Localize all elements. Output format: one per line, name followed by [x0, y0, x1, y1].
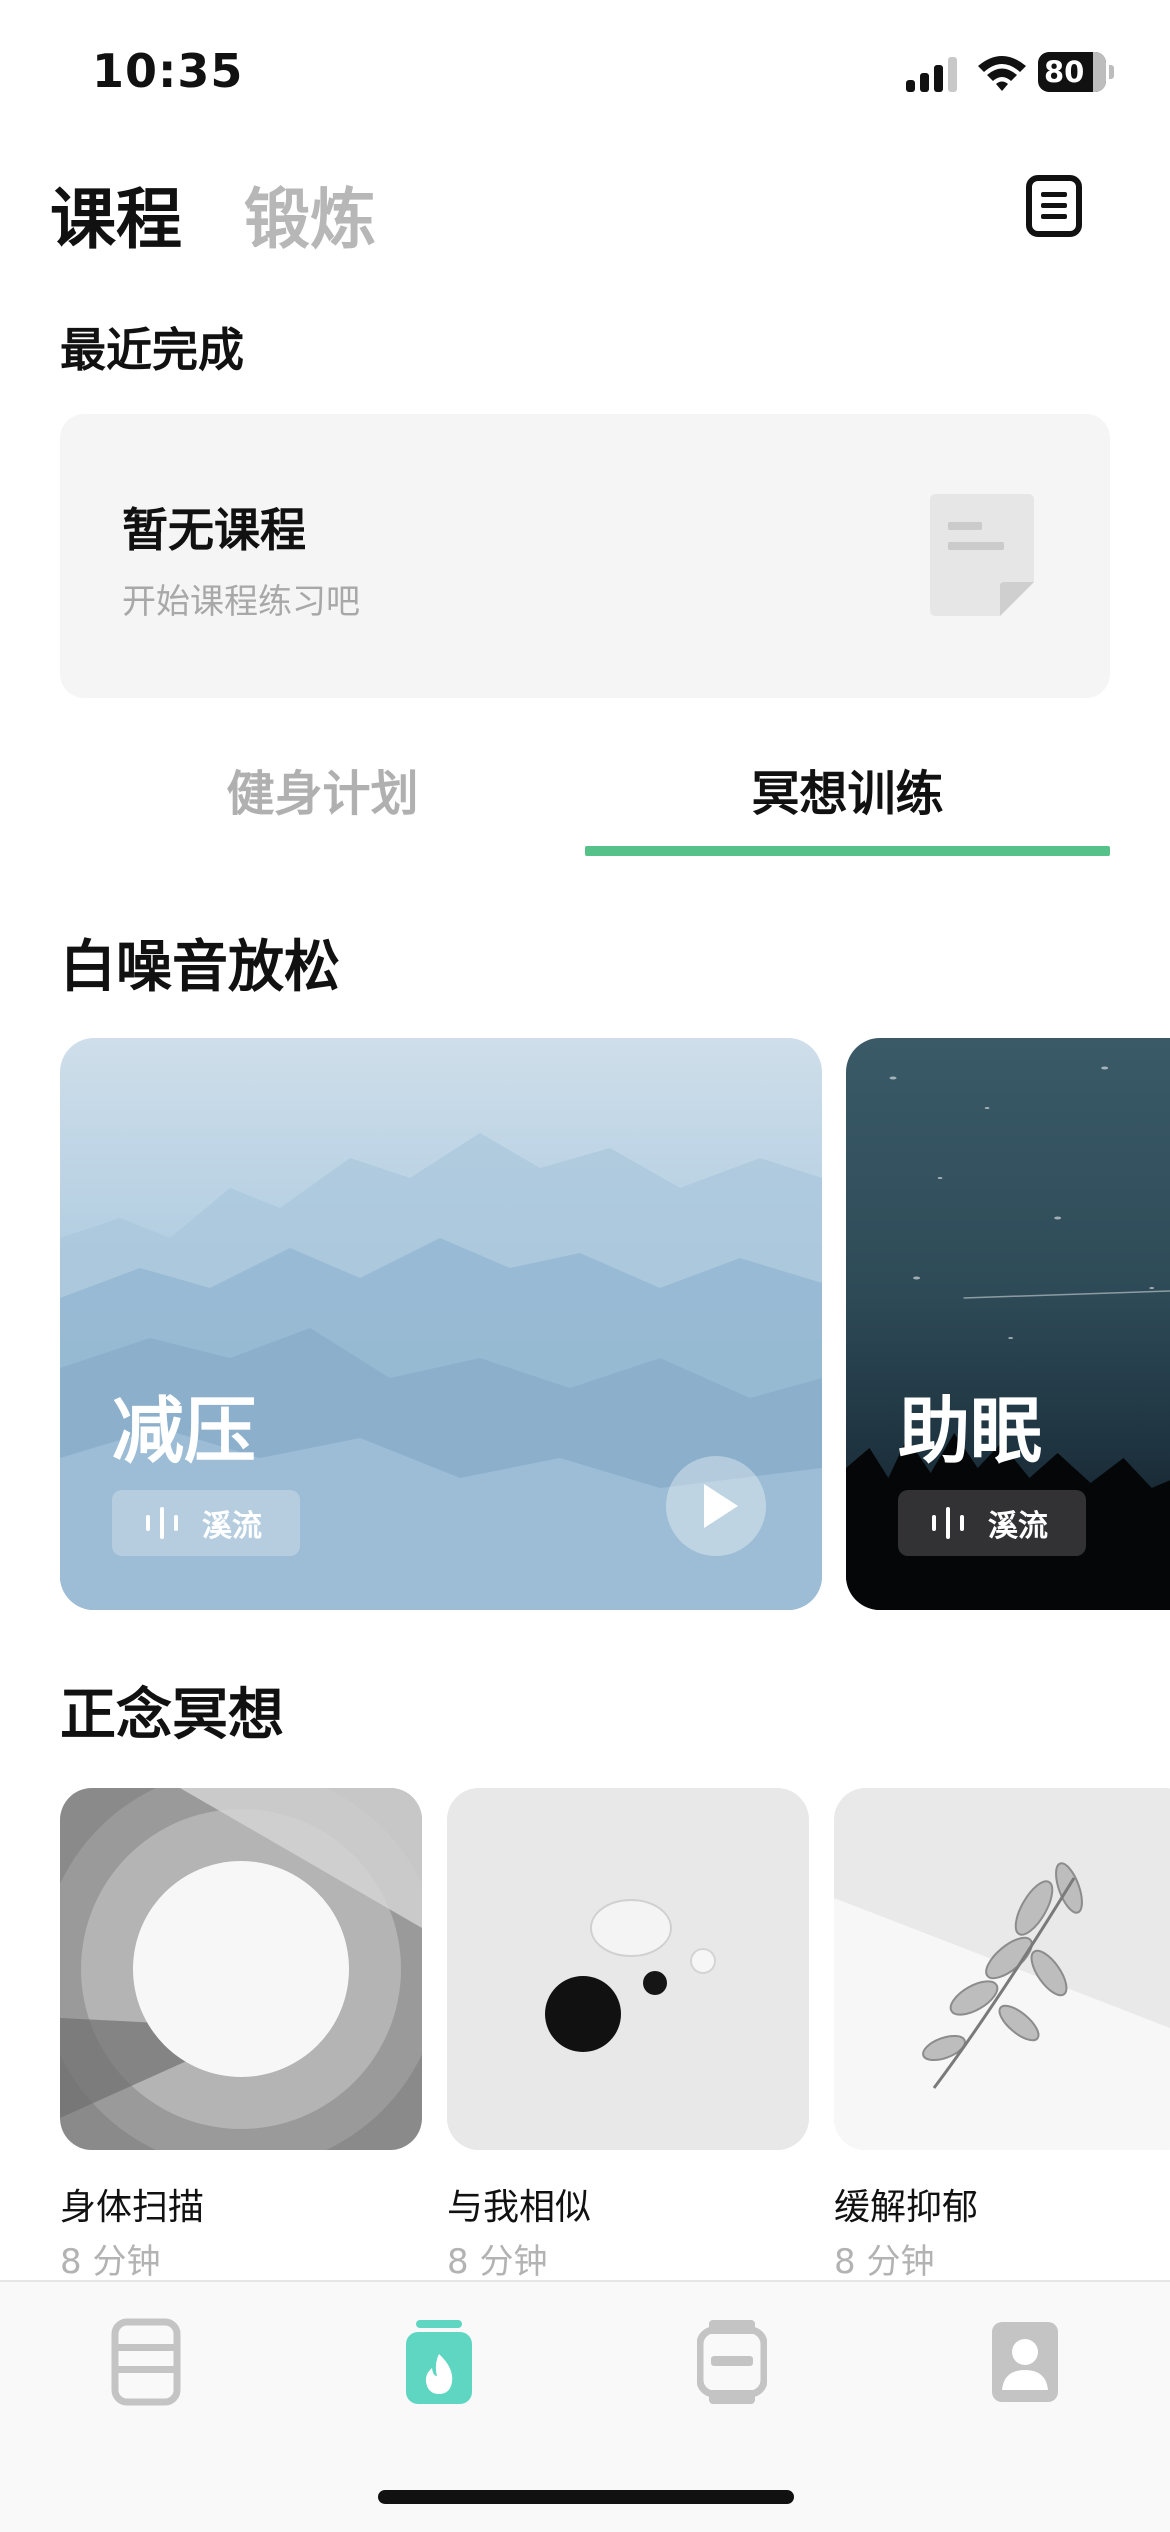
- app-screen: 10:35 80 课程 锻炼 最近完成 暂无课程 开始课程练习吧 健身计划 冥想…: [0, 0, 1170, 2532]
- mindfulness-item-duration: 8 分钟: [60, 2242, 161, 2282]
- mindfulness-item-name: 缓解抑郁: [834, 2187, 979, 2228]
- tab-meditation[interactable]: 冥想训练: [585, 754, 1110, 824]
- noise-card-title: 助眠: [898, 1389, 1043, 1473]
- recent-empty-card: 暂无课程 开始课程练习吧: [60, 414, 1110, 698]
- document-icon[interactable]: [1024, 174, 1084, 238]
- leaves-image: [834, 1788, 1170, 2150]
- recent-section-title: 最近完成: [60, 323, 244, 377]
- active-tab-indicator: [585, 846, 1110, 856]
- watch-icon[interactable]: [696, 2318, 768, 2406]
- mindfulness-item-name: 身体扫描: [60, 2187, 205, 2228]
- white-noise-title: 白噪音放松: [60, 935, 340, 1000]
- battery-level: 80: [1044, 55, 1085, 89]
- body-scan-image: [60, 1788, 422, 2150]
- recent-empty-subtitle: 开始课程练习吧: [122, 582, 360, 622]
- list-icon[interactable]: [111, 2318, 181, 2406]
- noise-tag-label: 溪流: [202, 1509, 262, 1544]
- home-indicator: [378, 2490, 794, 2504]
- noise-card-relax[interactable]: 减压 溪流: [60, 1038, 822, 1610]
- noise-tag: 溪流: [898, 1490, 1086, 1556]
- play-icon: [704, 1484, 738, 1528]
- status-bar: 10:35 80: [0, 0, 1170, 150]
- wifi-icon: [976, 52, 1028, 92]
- noise-tag: 溪流: [112, 1490, 300, 1556]
- mindfulness-item-duration: 8 分钟: [447, 2242, 548, 2282]
- sound-wave-icon: [932, 1507, 964, 1539]
- status-time: 10:35: [92, 44, 244, 98]
- signal-icon: [906, 56, 958, 92]
- recent-empty-title: 暂无课程: [122, 503, 306, 557]
- drops-image: [447, 1788, 809, 2150]
- profile-icon[interactable]: [990, 2318, 1060, 2406]
- sound-wave-icon: [146, 1507, 178, 1539]
- noise-card-sleep[interactable]: 助眠 溪流: [846, 1038, 1170, 1610]
- mindfulness-title: 正念冥想: [60, 1683, 284, 1748]
- battery-icon: 80: [1038, 52, 1114, 92]
- noise-tag-label: 溪流: [988, 1509, 1048, 1544]
- mindfulness-item-duration: 8 分钟: [834, 2242, 935, 2282]
- mindfulness-item-name: 与我相似: [447, 2187, 592, 2228]
- tab-fitness-plan[interactable]: 健身计划: [60, 754, 585, 824]
- play-button[interactable]: [666, 1456, 766, 1556]
- empty-document-icon: [930, 494, 1034, 616]
- flame-icon[interactable]: [404, 2318, 474, 2406]
- tab-courses[interactable]: 课程: [50, 166, 182, 262]
- noise-card-title: 减压: [112, 1389, 257, 1473]
- tab-workout[interactable]: 锻炼: [244, 166, 376, 262]
